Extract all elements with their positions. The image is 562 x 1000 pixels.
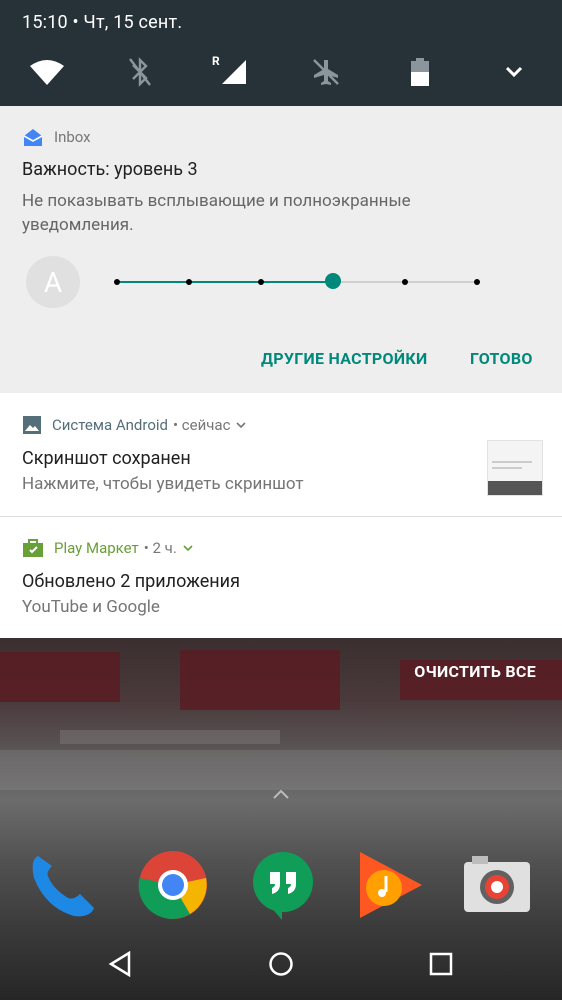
chevron-up-icon [273,789,289,799]
chrome-icon[interactable] [138,850,208,920]
roaming-label: R [212,54,220,68]
inbox-app-header: Inbox [22,126,91,148]
play-music-icon[interactable] [356,850,426,920]
quick-settings-header: 15:10 • Чт, 15 сент. R [0,0,562,106]
home-icon[interactable] [261,944,301,984]
hangouts-icon[interactable] [248,850,318,920]
slider-step-dot[interactable] [402,279,408,285]
importance-title: Важность: уровень 3 [22,159,198,180]
slider-step-dot[interactable] [258,279,264,285]
done-button[interactable]: ГОТОВО [470,349,533,368]
clear-all-button[interactable]: ОЧИСТИТЬ ВСЕ [414,662,536,681]
play-app-header: Play Маркет • 2 ч. [22,538,193,558]
back-icon[interactable] [100,944,140,984]
play-store-bag-icon [23,539,43,557]
airplane-mode-off-icon[interactable] [306,52,346,92]
screenshot-app-header: Система Android • сейчас [22,415,246,435]
expand-chevron-icon[interactable] [183,544,193,552]
image-icon [23,416,41,434]
slider-thumb[interactable] [325,273,341,289]
screenshot-thumbnail[interactable] [487,440,543,496]
slider-track-filled [117,281,333,283]
recents-icon[interactable] [421,944,461,984]
screenshot-text: Нажмите, чтобы увидеть скриншот [22,474,304,494]
play-time: • 2 ч. [143,539,177,557]
play-title: Обновлено 2 приложения [22,571,240,592]
play-text: YouTube и Google [22,597,160,617]
inbox-app-name: Inbox [54,128,91,146]
play-app-name: Play Маркет [54,539,139,557]
status-time: 15:10 • Чт, 15 сент. [22,12,183,33]
more-settings-button[interactable]: ДРУГИЕ НАСТРОЙКИ [261,349,428,368]
inbox-icon [23,129,43,146]
importance-description: Не показывать всплывающие и полноэкранны… [22,191,411,235]
expand-chevron-icon[interactable] [236,421,246,429]
wifi-icon[interactable] [27,52,67,92]
phone-icon[interactable] [28,850,98,920]
bluetooth-off-icon[interactable] [120,52,160,92]
slider-step-dot[interactable] [114,279,120,285]
screenshot-app-name: Система Android [52,416,168,434]
mobile-signal-icon[interactable]: R [208,52,248,92]
screenshot-time: • сейчас [173,416,231,434]
screenshot-title: Скриншот сохранен [22,448,191,469]
avatar: A [26,256,80,308]
battery-icon[interactable] [400,52,440,92]
slider-step-dot[interactable] [474,279,480,285]
chevron-down-icon[interactable] [494,52,534,92]
camera-icon[interactable] [462,850,532,920]
slider-step-dot[interactable] [186,279,192,285]
